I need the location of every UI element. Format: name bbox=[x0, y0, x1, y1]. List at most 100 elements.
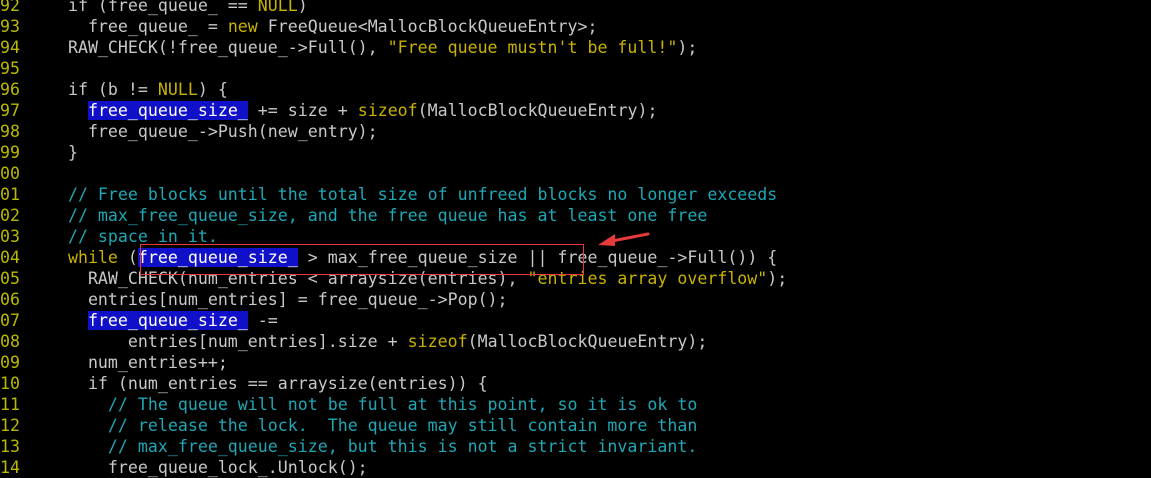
keyword-token: new bbox=[227, 17, 258, 36]
comment-text: // release the lock. The queue may still… bbox=[28, 416, 698, 435]
code-text: ) { bbox=[197, 80, 228, 99]
line-number: 92 bbox=[0, 0, 20, 15]
code-text: RAW_CHECK(num_entries < arraysize(entrie… bbox=[28, 269, 528, 288]
code-line[interactable]: 03 // space in it. bbox=[0, 226, 1151, 247]
code-line[interactable]: 07 free_queue_size_ -= bbox=[0, 310, 1151, 331]
code-editor[interactable]: 92 if (free_queue_ == NULL) 93 free_queue… bbox=[0, 0, 1151, 477]
code-line[interactable]: 08 entries[num_entries].size + sizeof(Ma… bbox=[0, 331, 1151, 352]
line-number: 12 bbox=[0, 416, 20, 435]
code-content: free_queue_lock_.Unlock(); bbox=[28, 457, 368, 478]
code-content: free_queue_size_ -= bbox=[28, 310, 278, 331]
comment-text: // max_free_queue_size, and the free que… bbox=[28, 206, 708, 225]
code-line[interactable]: 92 if (free_queue_ == NULL) bbox=[0, 0, 1151, 16]
code-text: ); bbox=[677, 38, 698, 57]
line-number: 11 bbox=[0, 395, 20, 414]
code-text: (MallocBlockQueueEntry); bbox=[417, 101, 658, 120]
comment-text: // Free blocks until the total size of u… bbox=[28, 185, 778, 204]
code-line[interactable]: 93 free_queue_ = new FreeQueue<MallocBlo… bbox=[0, 16, 1151, 37]
code-text: ); bbox=[767, 269, 788, 288]
code-line[interactable]: 97 free_queue_size_ += size + sizeof(Mal… bbox=[0, 100, 1151, 121]
code-text: > max_free_queue_size || free_queue_->Fu… bbox=[297, 248, 778, 267]
code-line[interactable]: 09 num_entries++; bbox=[0, 352, 1151, 373]
code-content: free_queue_size_ += size + sizeof(Malloc… bbox=[28, 100, 657, 121]
code-content: if (num_entries == arraysize(entries)) { bbox=[28, 373, 488, 394]
code-line[interactable]: 06 entries[num_entries] = free_queue_->P… bbox=[0, 289, 1151, 310]
code-line[interactable]: 11 // The queue will not be full at this… bbox=[0, 394, 1151, 415]
code-text: entries[num_entries].size + bbox=[28, 332, 408, 351]
code-line[interactable]: 94 RAW_CHECK(!free_queue_->Full(), "Free… bbox=[0, 37, 1151, 58]
search-highlight: free_queue_size_ bbox=[137, 248, 298, 267]
code-content: num_entries++; bbox=[28, 352, 228, 373]
line-number: 95 bbox=[0, 59, 20, 78]
code-content: if (b != NULL) { bbox=[28, 79, 228, 100]
line-number: 98 bbox=[0, 122, 20, 141]
code-text: } bbox=[28, 143, 78, 162]
code-line[interactable]: 95 bbox=[0, 58, 1151, 79]
arrow-annotation-icon bbox=[598, 232, 650, 246]
code-line[interactable]: 00 bbox=[0, 163, 1151, 184]
code-line[interactable]: 02 // max_free_queue_size, and the free … bbox=[0, 205, 1151, 226]
keyword-token: sizeof bbox=[357, 101, 418, 120]
line-number: 14 bbox=[0, 458, 20, 477]
code-line[interactable]: 13 // max_free_queue_size, but this is n… bbox=[0, 436, 1151, 457]
code-content: free_queue_->Push(new_entry); bbox=[28, 121, 378, 142]
code-line[interactable]: 98 free_queue_->Push(new_entry); bbox=[0, 121, 1151, 142]
code-text: -= bbox=[247, 311, 278, 330]
code-line[interactable]: 96 if (b != NULL) { bbox=[0, 79, 1151, 100]
code-content: entries[num_entries].size + sizeof(Mallo… bbox=[28, 331, 707, 352]
code-content: // The queue will not be full at this po… bbox=[28, 394, 697, 415]
line-number: 01 bbox=[0, 185, 20, 204]
line-number: 94 bbox=[0, 38, 20, 57]
comment-text: // The queue will not be full at this po… bbox=[28, 395, 698, 414]
code-text: free_queue_ = bbox=[28, 17, 228, 36]
line-number: 99 bbox=[0, 143, 20, 162]
code-text: num_entries++; bbox=[28, 353, 228, 372]
line-number: 93 bbox=[0, 17, 20, 36]
code-line[interactable]: 10 if (num_entries == arraysize(entries)… bbox=[0, 373, 1151, 394]
code-text: ( bbox=[117, 248, 138, 267]
line-number: 07 bbox=[0, 311, 20, 330]
code-text: += size + bbox=[247, 101, 358, 120]
code-text: if (num_entries == arraysize(entries)) { bbox=[28, 374, 488, 393]
string-token: "Free queue mustn't be full!" bbox=[387, 38, 678, 57]
line-number: 13 bbox=[0, 437, 20, 456]
code-line[interactable]: 99 } bbox=[0, 142, 1151, 163]
comment-text: // max_free_queue_size, but this is not … bbox=[28, 437, 698, 456]
code-content: // max_free_queue_size, but this is not … bbox=[28, 436, 697, 457]
keyword-token: while bbox=[28, 248, 118, 267]
code-content: } bbox=[28, 142, 78, 163]
code-content: while (free_queue_size_ > max_free_queue… bbox=[28, 247, 777, 268]
line-number: 09 bbox=[0, 353, 20, 372]
code-content: // space in it. bbox=[28, 226, 218, 247]
code-content: entries[num_entries] = free_queue_->Pop(… bbox=[28, 289, 508, 310]
code-text: free_queue_->Push(new_entry); bbox=[28, 122, 378, 141]
code-content: // max_free_queue_size, and the free que… bbox=[28, 205, 707, 226]
code-text: ) bbox=[297, 0, 308, 15]
keyword-token: sizeof bbox=[407, 332, 468, 351]
line-number: 05 bbox=[0, 269, 20, 288]
code-content: RAW_CHECK(num_entries < arraysize(entrie… bbox=[28, 268, 787, 289]
code-text: (MallocBlockQueueEntry); bbox=[467, 332, 708, 351]
line-number: 96 bbox=[0, 80, 20, 99]
line-number: 03 bbox=[0, 227, 20, 246]
line-number: 02 bbox=[0, 206, 20, 225]
code-line[interactable]: 12 // release the lock. The queue may st… bbox=[0, 415, 1151, 436]
search-highlight: free_queue_size_ bbox=[87, 101, 248, 120]
line-number: 06 bbox=[0, 290, 20, 309]
line-number: 97 bbox=[0, 101, 20, 120]
code-text: free_queue_lock_.Unlock(); bbox=[28, 458, 368, 477]
code-text: if (free_queue_ == bbox=[28, 0, 258, 15]
code-line[interactable]: 04 while (free_queue_size_ > max_free_qu… bbox=[0, 247, 1151, 268]
code-line[interactable]: 05 RAW_CHECK(num_entries < arraysize(ent… bbox=[0, 268, 1151, 289]
code-content: // Free blocks until the total size of u… bbox=[28, 184, 777, 205]
code-text: entries[num_entries] = free_queue_->Pop(… bbox=[28, 290, 508, 309]
code-line[interactable]: 01 // Free blocks until the total size o… bbox=[0, 184, 1151, 205]
keyword-token: NULL bbox=[157, 80, 198, 99]
code-content: if (free_queue_ == NULL) bbox=[28, 0, 308, 16]
code-text: FreeQueue<MallocBlockQueueEntry>; bbox=[257, 17, 598, 36]
code-text: RAW_CHECK(!free_queue_->Full(), bbox=[28, 38, 388, 57]
line-number: 00 bbox=[0, 164, 20, 183]
code-line[interactable]: 14 free_queue_lock_.Unlock(); bbox=[0, 457, 1151, 478]
